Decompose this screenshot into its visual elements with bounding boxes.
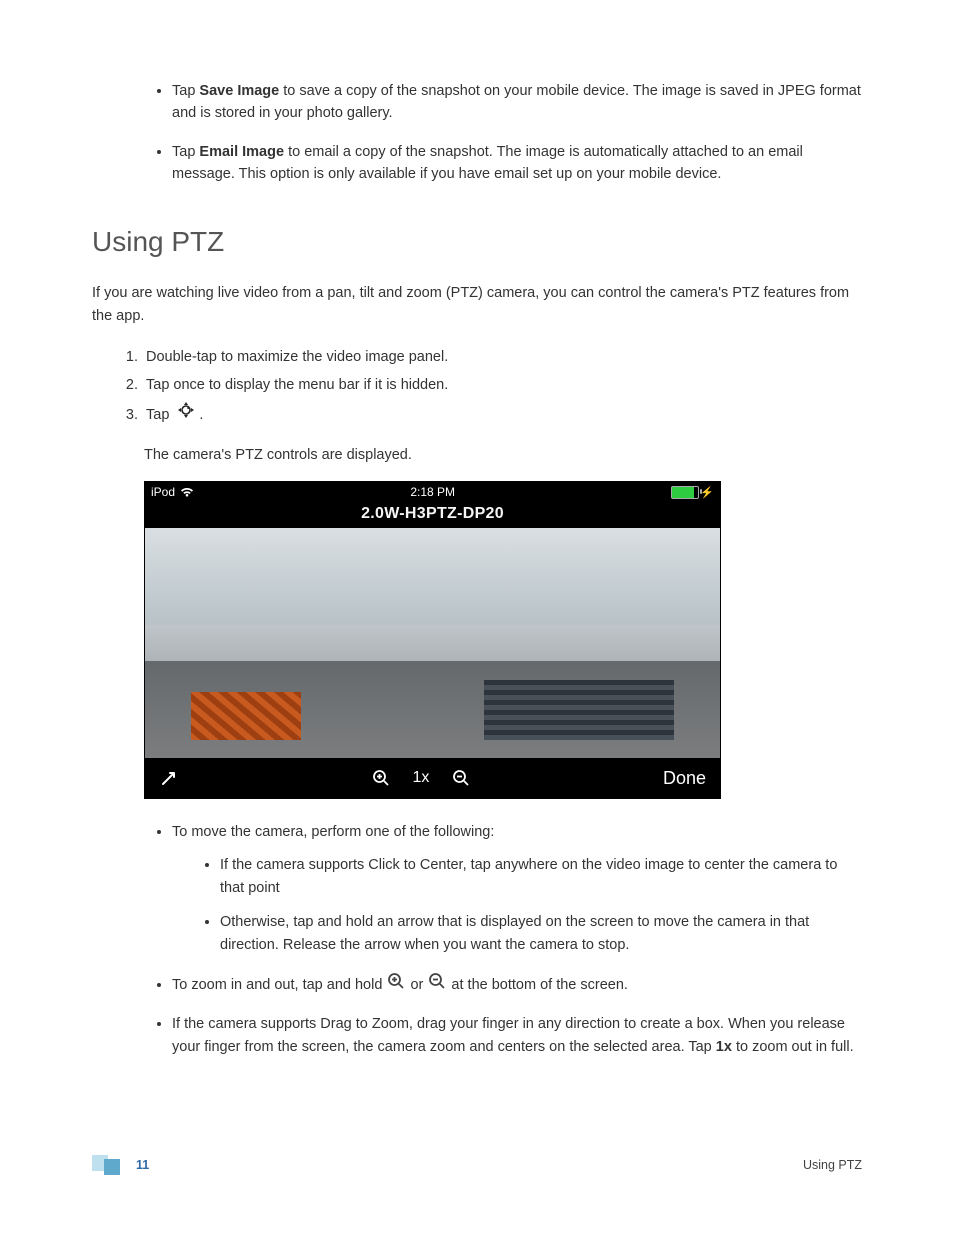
intro-snapshot-options: Tap Save Image to save a copy of the sna… <box>92 80 862 186</box>
status-time: 2:18 PM <box>410 485 455 499</box>
ptz-toolbar: 1x Done <box>145 758 720 798</box>
ptz-controls-caption: The camera's PTZ controls are displayed. <box>144 444 862 467</box>
step-3: Tap . <box>142 399 862 432</box>
zoom-out-icon <box>427 971 447 999</box>
text: To zoom in and out, tap and hold <box>172 977 386 993</box>
section-intro: If you are watching live video from a pa… <box>92 282 862 328</box>
steps-list: Double-tap to maximize the video image p… <box>92 344 862 432</box>
status-bar: iPod 2:18 PM ⚡ <box>145 482 720 502</box>
zoom-in-icon[interactable] <box>371 768 391 788</box>
list-item: Otherwise, tap and hold an arrow that is… <box>220 911 862 957</box>
text: Tap <box>172 83 199 99</box>
bold-label: 1x <box>716 1039 732 1055</box>
zoom-level-label[interactable]: 1x <box>413 769 430 787</box>
camera-title: 2.0W-H3PTZ-DP20 <box>145 502 720 528</box>
text: . <box>199 407 203 423</box>
bold-label: Save Image <box>199 83 279 99</box>
list-item: If the camera supports Drag to Zoom, dra… <box>172 1013 862 1059</box>
step-1: Double-tap to maximize the video image p… <box>142 344 862 372</box>
bold-label: Email Image <box>199 144 284 160</box>
ptz-instructions: To move the camera, perform one of the f… <box>92 821 862 1060</box>
step-2: Tap once to display the menu bar if it i… <box>142 372 862 400</box>
text: Tap <box>172 144 199 160</box>
device-screenshot: iPod 2:18 PM ⚡ 2.0W-H3PTZ-DP20 <box>144 481 721 799</box>
footer-logo-icon <box>92 1155 120 1175</box>
page-number: 11 <box>136 1158 149 1172</box>
list-item: If the camera supports Click to Center, … <box>220 854 862 900</box>
text: at the bottom of the screen. <box>451 977 628 993</box>
text: Tap <box>146 407 173 423</box>
list-item: Tap Save Image to save a copy of the sna… <box>172 80 862 125</box>
page-footer: 11 Using PTZ <box>92 1155 862 1175</box>
zoom-out-icon[interactable] <box>451 768 471 788</box>
text: to zoom out in full. <box>732 1039 854 1055</box>
battery-icon <box>671 486 699 499</box>
device-label: iPod <box>151 485 175 499</box>
list-item: Tap Email Image to email a copy of the s… <box>172 141 862 186</box>
wifi-icon <box>180 487 194 498</box>
pointer-icon[interactable] <box>159 768 179 788</box>
zoom-in-icon <box>386 971 406 999</box>
ptz-icon <box>173 399 199 432</box>
text: or <box>410 977 427 993</box>
list-item: To move the camera, perform one of the f… <box>172 821 862 957</box>
footer-section-label: Using PTZ <box>803 1158 862 1172</box>
charging-icon: ⚡ <box>700 486 714 499</box>
text: To move the camera, perform one of the f… <box>172 824 494 840</box>
list-item: To zoom in and out, tap and hold or at t… <box>172 971 862 999</box>
video-feed[interactable] <box>145 528 720 758</box>
done-button[interactable]: Done <box>663 768 706 789</box>
section-heading: Using PTZ <box>92 226 862 258</box>
